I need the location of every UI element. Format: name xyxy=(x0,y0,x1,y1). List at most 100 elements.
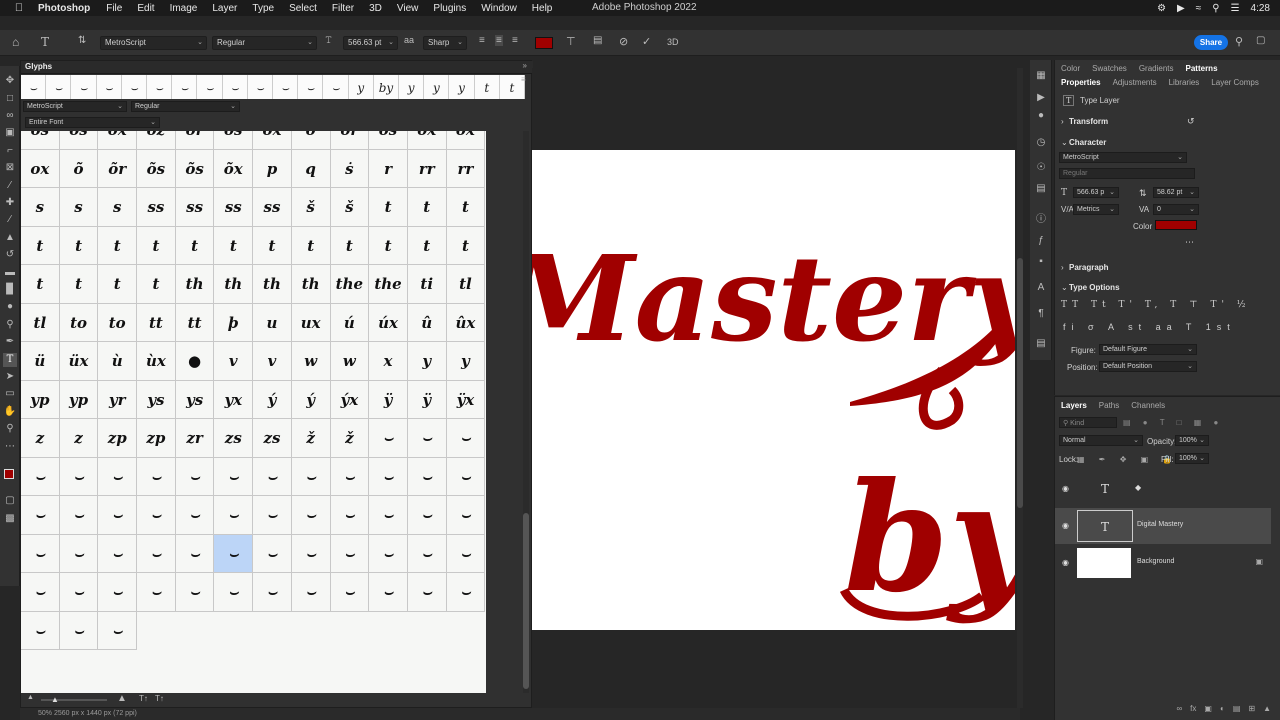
layer-row[interactable]: ◉ T Digital Mastery xyxy=(1055,508,1271,544)
glyph-cell[interactable]: ⌣ xyxy=(330,534,370,573)
blend-mode-dropdown[interactable]: Normal ⌄ xyxy=(1059,435,1143,446)
text-orientation-icon[interactable]: ⇅ xyxy=(78,35,86,46)
glyph-cell[interactable]: yx xyxy=(214,380,254,419)
glyph-cell[interactable]: t xyxy=(175,226,215,265)
glyph-cell[interactable]: ⌣ xyxy=(137,534,176,573)
glyph-cell[interactable]: w xyxy=(330,342,370,381)
recent-glyph[interactable]: ⌣ xyxy=(97,75,122,99)
history-icon[interactable]: ◷ xyxy=(1034,137,1048,148)
glyph-cell[interactable]: os xyxy=(21,131,60,150)
brush-tool-icon[interactable]: ∕ xyxy=(3,213,17,227)
home-icon[interactable]: ⌂ xyxy=(12,35,19,49)
glyph-cell[interactable]: ● xyxy=(175,342,215,381)
hand-tool-icon[interactable]: ✋ xyxy=(3,405,17,419)
glyph-cell[interactable]: ⌣ xyxy=(446,457,486,496)
align-right-icon[interactable]: ≡ xyxy=(512,35,518,46)
recent-glyph[interactable]: ⌣ xyxy=(298,75,324,99)
glyph-cell[interactable]: õs xyxy=(175,149,215,188)
small-glyph-icon[interactable]: ▲ xyxy=(27,694,34,701)
glyph-cell[interactable]: ⌣ xyxy=(291,534,331,573)
glyph-cell[interactable]: ⌣ xyxy=(407,534,447,573)
link-icon[interactable]: ∞ xyxy=(1176,704,1182,718)
glyph-cell[interactable]: ⌣ xyxy=(21,534,60,573)
glyph-cell[interactable]: ⌣ xyxy=(291,496,331,535)
glyph-cell[interactable]: t xyxy=(59,265,99,304)
glyph-cell[interactable]: or xyxy=(330,131,370,150)
glyph-cell[interactable]: ⌣ xyxy=(98,611,138,650)
glyph-cell[interactable]: ⌣ xyxy=(214,496,254,535)
path-select-tool-icon[interactable]: ➤ xyxy=(3,370,17,384)
glyph-cell[interactable]: t xyxy=(330,226,370,265)
glyph-cell[interactable]: úx xyxy=(369,303,408,342)
menu-edit[interactable]: Edit xyxy=(137,3,154,14)
antialias-dropdown[interactable]: Sharp ⌄ xyxy=(423,36,467,50)
glyph-cell[interactable]: ox xyxy=(98,131,138,150)
glyph-cell[interactable]: ox xyxy=(253,131,292,150)
glyph-cell[interactable]: þ xyxy=(214,303,254,342)
glyph-cell[interactable]: y xyxy=(407,342,447,381)
glyph-cell[interactable]: s xyxy=(98,188,138,227)
glyph-cell[interactable]: ž xyxy=(291,419,331,458)
dodge-tool-icon[interactable]: ⚲ xyxy=(3,318,17,332)
glyph-cell[interactable]: ⌣ xyxy=(214,457,254,496)
glyph-cell[interactable]: ⌣ xyxy=(21,573,60,612)
glyph-cell[interactable]: rr xyxy=(446,149,486,188)
glyph-cell[interactable]: tl xyxy=(21,303,60,342)
glyph-cell[interactable]: ⌣ xyxy=(330,457,370,496)
object-select-tool-icon[interactable]: ▣ xyxy=(3,126,17,140)
cancel-icon[interactable]: ⊘ xyxy=(619,35,628,48)
slider-handle-icon[interactable]: ▲ xyxy=(51,695,59,704)
glyph-cell[interactable]: ⌣ xyxy=(369,457,408,496)
glyph-cell[interactable]: tt xyxy=(175,303,215,342)
collapse-icon[interactable]: » xyxy=(523,61,527,70)
type-style-buttons-icon[interactable]: TT Tt T' T, T ⊤ T' ½ xyxy=(1061,300,1251,310)
glyph-cell[interactable]: to xyxy=(59,303,99,342)
glyph-cell[interactable]: ⌣ xyxy=(137,496,176,535)
scrollbar-thumb[interactable] xyxy=(523,513,529,689)
glyph-cell[interactable]: yp xyxy=(59,380,99,419)
glyph-cell[interactable]: ⌣ xyxy=(369,534,408,573)
glyph-cell[interactable]: ⌣ xyxy=(98,496,138,535)
glyph-cell[interactable]: t xyxy=(253,226,292,265)
search-icon[interactable]: ⚲ xyxy=(1235,35,1243,48)
glyph-cell[interactable]: ss xyxy=(253,188,292,227)
fill-field[interactable]: 100% ⌄ xyxy=(1175,453,1209,464)
chevron-right-icon[interactable]: › xyxy=(1061,263,1064,272)
glyph-cell[interactable]: ys xyxy=(137,380,176,419)
recent-glyph[interactable]: y xyxy=(449,75,475,99)
glyph-cell[interactable]: ÿx xyxy=(446,380,486,419)
character-font-size-field[interactable]: 566.63 p ⌄ xyxy=(1073,187,1119,198)
glyph-cell[interactable]: û xyxy=(407,303,447,342)
opacity-field[interactable]: 100% ⌄ xyxy=(1175,435,1209,446)
glyph-cell[interactable]: ⌣ xyxy=(253,573,292,612)
glyph-cell[interactable]: ⌣ xyxy=(369,419,408,458)
glyph-cell[interactable]: üx xyxy=(59,342,99,381)
glyph-cell[interactable]: ⌣ xyxy=(214,534,254,573)
warp-text-icon[interactable]: ⊤ xyxy=(566,35,576,48)
layer-kind-filter[interactable]: ⚲ Kind xyxy=(1059,417,1117,428)
eye-icon[interactable]: ◉ xyxy=(1062,521,1069,530)
tab-libraries[interactable]: Libraries xyxy=(1163,76,1206,90)
adjustments-icon[interactable]: ☉ xyxy=(1034,162,1048,173)
recent-glyph[interactable]: ⌣ xyxy=(46,75,72,99)
glyph-cell[interactable]: ⌣ xyxy=(330,496,370,535)
glyph-cell[interactable]: t xyxy=(407,226,447,265)
recent-glyph[interactable]: t xyxy=(475,75,500,99)
recent-glyph[interactable]: y xyxy=(399,75,425,99)
new-layer-icon[interactable]: ⊞ xyxy=(1248,704,1255,718)
eye-icon[interactable]: ◉ xyxy=(1062,558,1069,567)
glyph-cell[interactable]: t xyxy=(98,226,138,265)
glyphs-font-style-dropdown[interactable]: Regular ⌄ xyxy=(131,101,240,112)
glyph-cell[interactable]: ox xyxy=(21,149,60,188)
glyph-cell[interactable]: s xyxy=(59,188,99,227)
glyph-cell[interactable]: th xyxy=(175,265,215,304)
commit-check-icon[interactable]: ✓ xyxy=(642,35,651,48)
foreground-color-swatch[interactable] xyxy=(4,469,14,479)
glyph-cell[interactable]: q xyxy=(291,149,331,188)
glyph-cell[interactable]: ⌣ xyxy=(446,419,486,458)
character-font-family-dropdown[interactable]: MetroScript ⌄ xyxy=(1059,152,1187,163)
glyph-cell[interactable]: t xyxy=(21,265,60,304)
glyph-cell[interactable]: zr xyxy=(175,419,215,458)
menu-layer[interactable]: Layer xyxy=(212,3,237,14)
text-color-swatch[interactable] xyxy=(535,37,553,49)
